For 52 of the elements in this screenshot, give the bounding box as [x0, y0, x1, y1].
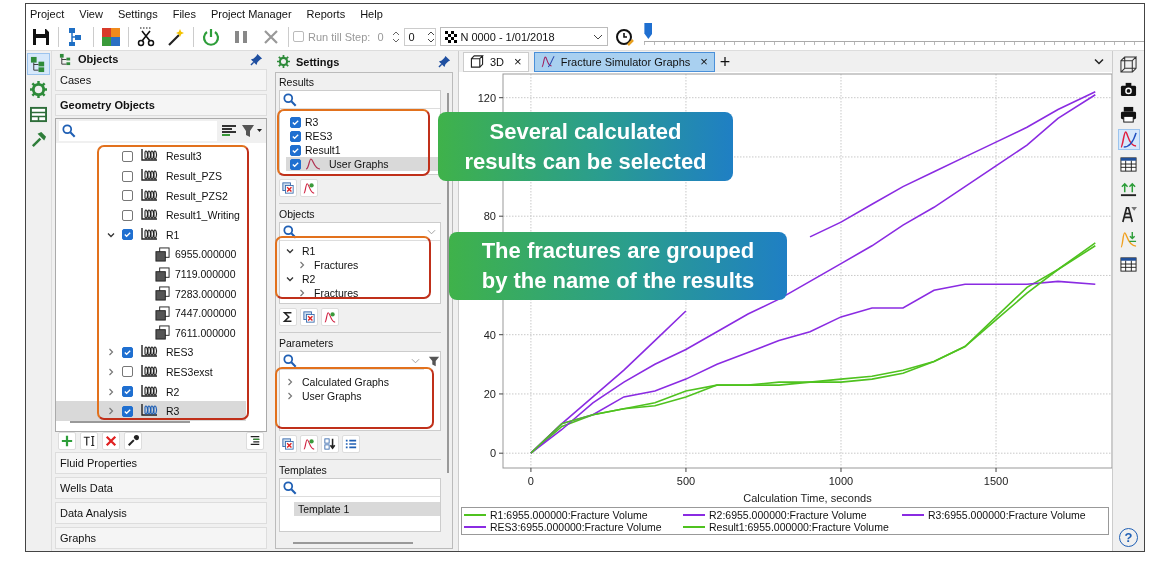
tree-item-label: User Graphs — [302, 390, 362, 402]
run-till-step-label: Run till Step: — [308, 30, 371, 43]
tree-item-label: 7447.000000 — [175, 307, 237, 320]
tree-item-label: R1 — [302, 245, 316, 257]
y-tick-label: 20 — [483, 387, 496, 400]
tree-item-label: R2 — [302, 273, 316, 285]
y-tick-label: 40 — [483, 328, 496, 341]
x-tick-label: 500 — [676, 475, 696, 487]
y-tick-label: 0 — [489, 447, 496, 460]
y-tick-label: 80 — [483, 210, 496, 223]
x-tick-label: 1500 — [983, 475, 1009, 487]
panel-title: Settings — [296, 55, 341, 68]
section-title: Objects — [279, 207, 316, 222]
legend-label: Result1:6955.000000:Fracture Volume — [709, 521, 889, 533]
x-axis-title: Calculation Time, seconds — [743, 492, 872, 504]
legend-label: RES3:6955.000000:Fracture Volume — [490, 521, 662, 533]
tree-item-label: 7611.000000 — [175, 326, 236, 339]
tree-item-label: Result_PZS2 — [166, 189, 228, 202]
callout-text: results can be selected — [464, 147, 707, 176]
tree-item-label: 6955.000000 — [175, 248, 237, 261]
legend-label: R1:6955.000000:Fracture Volume — [490, 509, 648, 521]
callout-text: by the name of the results — [481, 267, 755, 295]
legend-label: R3:6955.000000:Fracture Volume — [928, 509, 1086, 521]
tree-item-label: Fractures — [314, 259, 359, 271]
result-label: R3 — [305, 116, 319, 128]
legend-label: R2:6955.000000:Fracture Volume — [709, 509, 867, 521]
tree-item-label: Result_PZS — [166, 170, 223, 183]
section-title: Parameters — [279, 336, 335, 351]
tab-label: Fracture Simulator Graphs — [560, 55, 691, 68]
result-label: RES3 — [305, 130, 333, 142]
tree-item-label: RES3exst — [166, 366, 213, 378]
tree-item-label: Calculated Graphs — [302, 376, 389, 388]
tree-item-label: Fractures — [314, 287, 359, 299]
section-title: Templates — [279, 463, 328, 478]
callout-text: Several calculated — [489, 117, 682, 146]
tree-item-label: 7119.000000 — [175, 268, 236, 280]
x-tick-label: 0 — [527, 475, 534, 487]
panel-title: Objects — [78, 53, 120, 66]
tree-item-label: Result3 — [166, 150, 202, 163]
result-label: Result1 — [305, 144, 341, 156]
y-tick-label: 120 — [477, 91, 496, 104]
section-title: Results — [279, 75, 315, 90]
callout-text: The fractures are grouped — [481, 237, 755, 265]
tree-item-label: Result1_Writing — [166, 209, 240, 222]
tree-item-label: RES3 — [166, 346, 194, 359]
tab-label: 3D — [490, 55, 505, 68]
tree-item-label: 7283.000000 — [175, 287, 237, 300]
tree-item-label: R3 — [166, 405, 180, 418]
result-label: User Graphs — [329, 158, 389, 170]
x-tick-label: 1000 — [828, 475, 854, 487]
tree-item-label: R1 — [166, 228, 180, 241]
tree-item-label: R2 — [166, 385, 180, 398]
